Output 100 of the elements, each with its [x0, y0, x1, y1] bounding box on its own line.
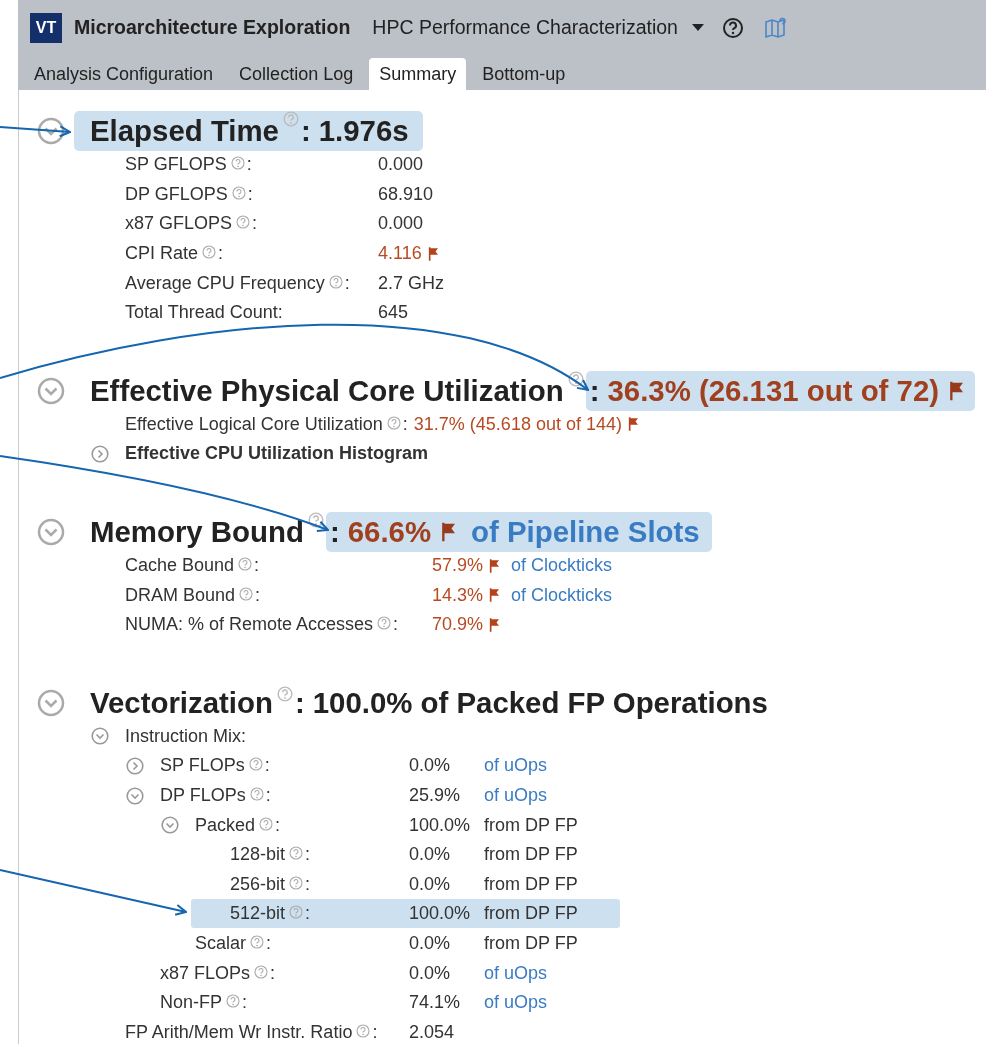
help-icon[interactable] [307, 511, 324, 528]
separator-text: : [277, 302, 283, 324]
map-help-icon[interactable] [763, 16, 788, 39]
metric-unit: of Clockticks [511, 584, 613, 606]
metric-value: 57.9% [432, 555, 484, 577]
metric-label: Effective CPU Utilization Histogram [125, 443, 429, 465]
metric-unit: of uOps [484, 992, 548, 1014]
metric-value: 25.9% [409, 785, 462, 806]
separator-text: : [246, 154, 252, 176]
separator-text: : [372, 1021, 378, 1043]
metric-value: 100.0% [409, 903, 472, 925]
separator-text: : [264, 755, 270, 777]
separator-text: : [254, 555, 260, 577]
section-value: 100.0% of Packed FP Operations [312, 685, 768, 720]
section-unit: of Pipeline Slots [471, 514, 700, 549]
metric-value: 31.7% (45.618 out of 144) [413, 413, 622, 435]
section-value: 1.976s [318, 114, 409, 148]
tab[interactable]: Summary [369, 58, 467, 90]
metric-value: 0.0% [409, 844, 452, 866]
help-icon[interactable] [567, 370, 584, 387]
metric-label: CPI Rate [125, 243, 199, 265]
flag-icon [427, 246, 438, 261]
metric-label: Effective Logical Core Utilization [125, 413, 383, 435]
metric-unit: of Clockticks [511, 555, 613, 577]
metric-label: Scalar [195, 933, 247, 954]
flag-icon [489, 558, 500, 573]
metric-label: Cache Bound [125, 555, 235, 577]
logo-icon: VT [30, 12, 62, 43]
metric-unit: of uOps [484, 962, 548, 984]
metric-label: Total Thread Count [125, 302, 278, 324]
separator-text: : [247, 183, 253, 205]
metric-value: 70.9% [432, 614, 484, 636]
expand-toggle[interactable] [91, 727, 109, 746]
metric-value: 0.0% [409, 933, 452, 954]
metric-unit: from DP FP [484, 814, 578, 836]
metric-label: Average CPU Frequency [125, 272, 325, 294]
analysis-title: Microarchitecture Exploration [74, 16, 351, 39]
tab[interactable]: Bottom-up [472, 58, 576, 90]
expand-toggle[interactable] [37, 376, 65, 405]
metric-value: 68.910 [378, 183, 434, 205]
metric-value: 0.0% [409, 873, 452, 895]
metric-label: 512-bit [230, 903, 286, 925]
metric-value: 74.1% [409, 992, 462, 1014]
separator-text: : [300, 114, 311, 148]
separator-text: : [402, 413, 408, 435]
expand-toggle[interactable] [91, 444, 109, 463]
metric-label: 256-bit [230, 873, 286, 895]
expand-toggle[interactable] [126, 756, 144, 775]
separator-text: : [393, 614, 399, 636]
metric-label: DP FLOPs [160, 785, 246, 806]
separator-text: : [266, 933, 272, 954]
separator-text: : [305, 903, 311, 925]
expand-toggle[interactable] [126, 786, 144, 805]
expand-toggle[interactable] [37, 517, 65, 546]
expand-toggle[interactable] [37, 688, 65, 717]
tab[interactable]: Analysis Configuration [24, 58, 224, 90]
separator-text: : [265, 785, 271, 806]
metric-unit: of uOps [484, 755, 548, 777]
metric-label: Packed [195, 814, 256, 836]
metric-unit: of uOps [484, 785, 548, 806]
metric-value: 645 [378, 302, 409, 324]
flag-icon [627, 417, 638, 432]
metric-unit: from DP FP [484, 933, 578, 954]
metric-value: 14.3% [432, 584, 484, 606]
flag-icon [441, 521, 456, 542]
expand-toggle[interactable] [37, 117, 65, 145]
metric-value: 0.0% [409, 755, 452, 777]
expand-toggle[interactable] [161, 816, 179, 835]
metric-value: 2.054 [409, 1021, 456, 1043]
separator-text: : [252, 213, 258, 235]
separator-text: : [294, 685, 305, 720]
metric-label: Instruction Mix [125, 725, 242, 747]
separator-text: : [218, 243, 224, 265]
separator-text: : [329, 514, 340, 549]
separator-text: : [589, 373, 600, 408]
metric-unit: from DP FP [484, 844, 578, 866]
flag-icon [489, 617, 500, 632]
separator-text: : [305, 873, 311, 895]
metric-value: 100.0% [409, 814, 472, 836]
section-title: Memory Bound [90, 514, 304, 549]
section-title: Vectorization [90, 685, 273, 720]
annotation-arrow [0, 125, 71, 138]
metric-value: 4.116 [378, 243, 422, 265]
section-value: 36.3% (26.131 out of 72) [607, 373, 940, 408]
metric-value: 0.000 [378, 154, 424, 176]
analysis-type-dropdown[interactable]: HPC Performance Characterization [372, 16, 704, 39]
separator-text: : [344, 272, 350, 294]
metric-label: DRAM Bound [125, 584, 236, 606]
separator-text: : [255, 584, 261, 606]
separator-text: : [241, 725, 247, 747]
separator-text: : [305, 844, 311, 866]
metric-label: x87 GFLOPS [125, 213, 233, 235]
metric-label: x87 FLOPs [160, 962, 251, 984]
caret-icon [691, 24, 704, 31]
section-title: Elapsed Time [90, 114, 279, 148]
tab[interactable]: Collection Log [229, 58, 364, 90]
metric-label: FP Arith/Mem Wr Instr. Ratio [125, 1021, 353, 1043]
help-icon[interactable] [721, 16, 744, 39]
metric-label: DP GFLOPS [125, 183, 228, 205]
flag-icon [489, 588, 500, 603]
